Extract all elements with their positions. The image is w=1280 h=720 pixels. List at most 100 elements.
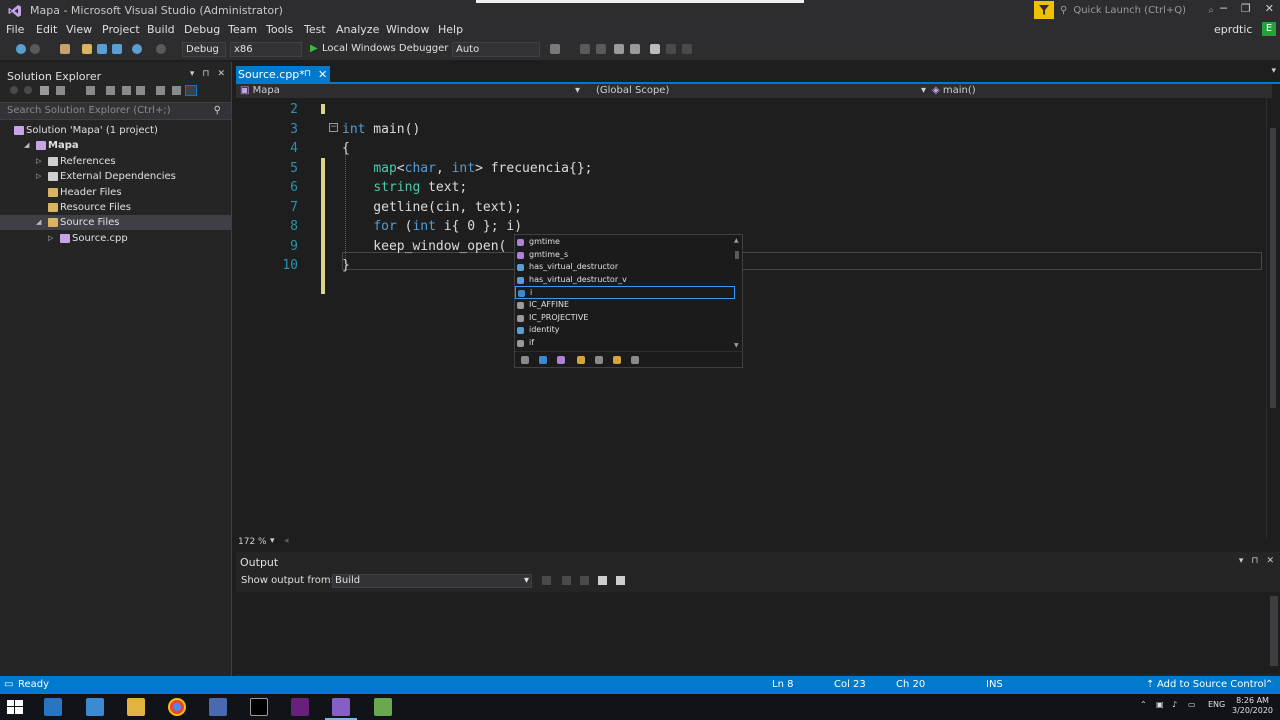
step-over-icon[interactable]: [596, 44, 606, 54]
completion-item[interactable]: identity: [515, 324, 735, 337]
chrome-icon[interactable]: [168, 698, 186, 716]
navigate-forward-icon[interactable]: [30, 44, 40, 54]
prev-bookmark-icon[interactable]: [666, 44, 676, 54]
tree-item[interactable]: ▷ Source.cpp: [0, 231, 231, 246]
attach-icon[interactable]: [550, 44, 560, 54]
menu-help[interactable]: Help: [438, 23, 463, 36]
close-icon[interactable]: ✕: [1266, 556, 1274, 566]
open-file-icon[interactable]: [82, 44, 92, 54]
solution-explorer-search[interactable]: Search Solution Explorer (Ctrl+;) ⚲: [0, 102, 231, 120]
menu-analyze[interactable]: Analyze: [336, 23, 379, 36]
collapse-region-icon[interactable]: −: [329, 123, 338, 132]
menu-window[interactable]: Window: [386, 23, 429, 36]
collapse-all-icon[interactable]: [122, 86, 131, 95]
command-prompt-icon[interactable]: [250, 698, 268, 716]
next-bookmark-icon[interactable]: [682, 44, 692, 54]
sync-icon[interactable]: [86, 86, 95, 95]
undo-icon[interactable]: [132, 44, 142, 54]
tab-overflow-icon[interactable]: ▾: [1271, 66, 1276, 76]
menu-tools[interactable]: Tools: [266, 23, 293, 36]
tree-expander-icon[interactable]: ▷: [36, 169, 41, 184]
scrollbar-thumb[interactable]: [1270, 128, 1276, 408]
quick-launch-input[interactable]: ⚲ Quick Launch (Ctrl+Q) ⌕: [1060, 2, 1214, 19]
properties-icon[interactable]: [172, 86, 181, 95]
completion-item[interactable]: IC_PROJECTIVE: [515, 312, 735, 325]
view-code-icon[interactable]: [156, 86, 165, 95]
file-explorer-icon[interactable]: [127, 698, 145, 716]
start-debug-icon[interactable]: ▶: [310, 43, 318, 54]
scrollbar-thumb[interactable]: [1270, 596, 1278, 666]
forward-icon[interactable]: [24, 86, 32, 94]
close-icon[interactable]: ✕: [1265, 2, 1274, 15]
battery-icon[interactable]: ▭: [1188, 700, 1196, 709]
save-all-icon[interactable]: [112, 44, 122, 54]
completion-item[interactable]: has_virtual_destructor: [515, 261, 735, 274]
user-avatar[interactable]: E: [1262, 22, 1276, 36]
restore-icon[interactable]: ❐: [1241, 2, 1251, 15]
tree-expander-icon[interactable]: ▷: [36, 154, 41, 169]
preview-selected-icon[interactable]: [185, 85, 197, 96]
redo-icon[interactable]: [156, 44, 166, 54]
menu-build[interactable]: Build: [147, 23, 175, 36]
scroll-up-icon[interactable]: ▲: [734, 237, 739, 244]
system-clock[interactable]: 8:26 AM 3/20/2020: [1232, 696, 1273, 716]
word-wrap-icon[interactable]: [616, 576, 625, 585]
outdent-icon[interactable]: [614, 44, 624, 54]
tab-source-cpp[interactable]: Source.cpp* ⊓ ✕: [236, 66, 330, 84]
prev-message-icon[interactable]: [562, 576, 571, 585]
step-icon[interactable]: [580, 44, 590, 54]
menu-file[interactable]: File: [6, 23, 24, 36]
completion-item[interactable]: gmtime_s: [515, 249, 735, 262]
configuration-select[interactable]: Debug: [182, 42, 226, 57]
volume-icon[interactable]: ♪: [1172, 700, 1177, 709]
next-message-icon[interactable]: [580, 576, 589, 585]
menu-team[interactable]: Team: [228, 23, 257, 36]
completion-item[interactable]: gmtime: [515, 236, 735, 249]
remote-desktop-icon[interactable]: [86, 698, 104, 716]
menu-test[interactable]: Test: [304, 23, 326, 36]
filter-all-icon[interactable]: [521, 356, 529, 364]
search-icon[interactable]: ⚲: [214, 103, 221, 119]
vertical-scrollbar[interactable]: [1266, 98, 1280, 538]
output-text-area[interactable]: [236, 592, 1280, 674]
show-all-files-icon[interactable]: [136, 86, 145, 95]
completion-item[interactable]: IC_AFFINE: [515, 299, 735, 312]
close-icon[interactable]: ✕: [318, 66, 327, 83]
scroll-left-icon[interactable]: ◂: [284, 536, 289, 546]
switch-views-icon[interactable]: [56, 86, 65, 95]
dropdown-icon[interactable]: ▾: [1239, 556, 1244, 566]
minimize-icon[interactable]: ─: [1220, 2, 1227, 15]
add-to-source-control-button[interactable]: Add to Source Control: [1157, 679, 1266, 690]
tree-expander-icon[interactable]: ▷: [48, 231, 53, 246]
nav-project-select[interactable]: ▣ Mapa ▾: [240, 84, 580, 98]
language-indicator[interactable]: ENG: [1208, 700, 1225, 709]
refresh-icon[interactable]: [106, 86, 115, 95]
notification-filter-icon[interactable]: [1034, 1, 1054, 19]
filter-snippets-icon[interactable]: [631, 356, 639, 364]
tree-item[interactable]: ◢ Mapa: [0, 138, 231, 153]
back-icon[interactable]: [10, 86, 18, 94]
scroll-down-icon[interactable]: ▼: [734, 342, 739, 349]
indent-icon[interactable]: [630, 44, 640, 54]
tree-item[interactable]: Header Files: [0, 185, 231, 200]
chevron-up-icon[interactable]: ⌃: [1265, 679, 1273, 690]
tool-icon[interactable]: [209, 698, 227, 716]
tree-item[interactable]: ▷ External Dependencies: [0, 169, 231, 184]
menu-project[interactable]: Project: [102, 23, 140, 36]
menu-view[interactable]: View: [66, 23, 92, 36]
task-view-icon[interactable]: [44, 698, 62, 716]
visual-studio-active-icon[interactable]: [332, 698, 350, 716]
filter-macros-icon[interactable]: [595, 356, 603, 364]
tree-item[interactable]: Solution 'Mapa' (1 project): [0, 123, 231, 138]
code-text-area[interactable]: − 2 3 4 5 6 7 8 9 10 int main() { map<char, int> …: [236, 100, 1264, 536]
filter-enums-icon[interactable]: [613, 356, 621, 364]
find-message-icon[interactable]: [542, 576, 551, 585]
nav-scope-select[interactable]: (Global Scope) ▾: [596, 84, 926, 98]
clear-all-icon[interactable]: [598, 576, 607, 585]
filter-variables-icon[interactable]: [539, 356, 547, 364]
user-name[interactable]: eprdtic: [1214, 23, 1252, 36]
completion-item[interactable]: if: [515, 337, 735, 350]
tray-chevron-icon[interactable]: ⌃: [1140, 700, 1147, 709]
visual-studio-icon[interactable]: [291, 698, 309, 716]
tree-expander-icon[interactable]: ◢: [24, 138, 29, 153]
